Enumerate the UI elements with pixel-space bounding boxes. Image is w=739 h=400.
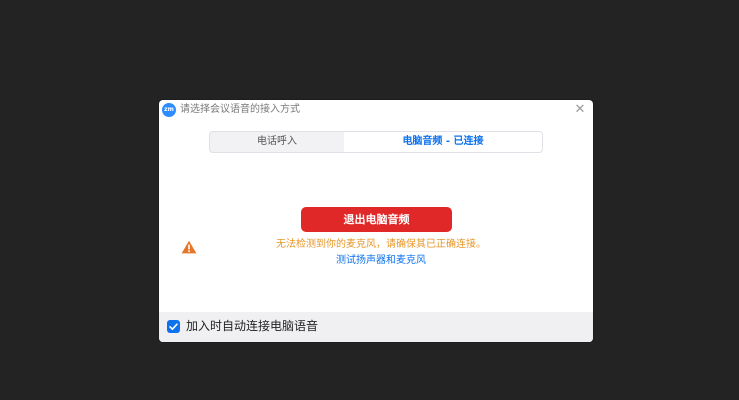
auto-connect-label: 加入时自动连接电脑语音	[186, 319, 319, 333]
test-speaker-mic-link[interactable]: 测试扬声器和麦克风	[221, 254, 541, 267]
dialog-titlebar: zm 请选择会议语音的接入方式 ✕	[159, 100, 593, 122]
dialog-footer: 加入时自动连接电脑语音	[159, 312, 593, 342]
audio-mode-tabs: 电话呼入 电脑音频 - 已连接	[209, 131, 543, 153]
checkmark-icon	[169, 323, 178, 330]
tab-phone-call[interactable]: 电话呼入	[210, 132, 344, 152]
zoom-app-icon: zm	[162, 103, 176, 117]
desktop-background: zm 请选择会议语音的接入方式 ✕ 电话呼入 电脑音频 - 已连接 退出电脑音频…	[0, 0, 739, 400]
audio-join-dialog: zm 请选择会议语音的接入方式 ✕ 电话呼入 电脑音频 - 已连接 退出电脑音频…	[159, 100, 593, 342]
dialog-title: 请选择会议语音的接入方式	[180, 104, 300, 115]
tab-computer-audio[interactable]: 电脑音频 - 已连接	[344, 132, 542, 152]
close-icon[interactable]: ✕	[573, 103, 587, 117]
microphone-warning-text: 无法检测到你的麦克风，请确保其已正确连接。	[276, 239, 486, 250]
exit-computer-audio-button[interactable]: 退出电脑音频	[301, 207, 452, 232]
auto-connect-checkbox[interactable]	[167, 320, 180, 333]
warning-triangle-icon	[181, 239, 197, 254]
